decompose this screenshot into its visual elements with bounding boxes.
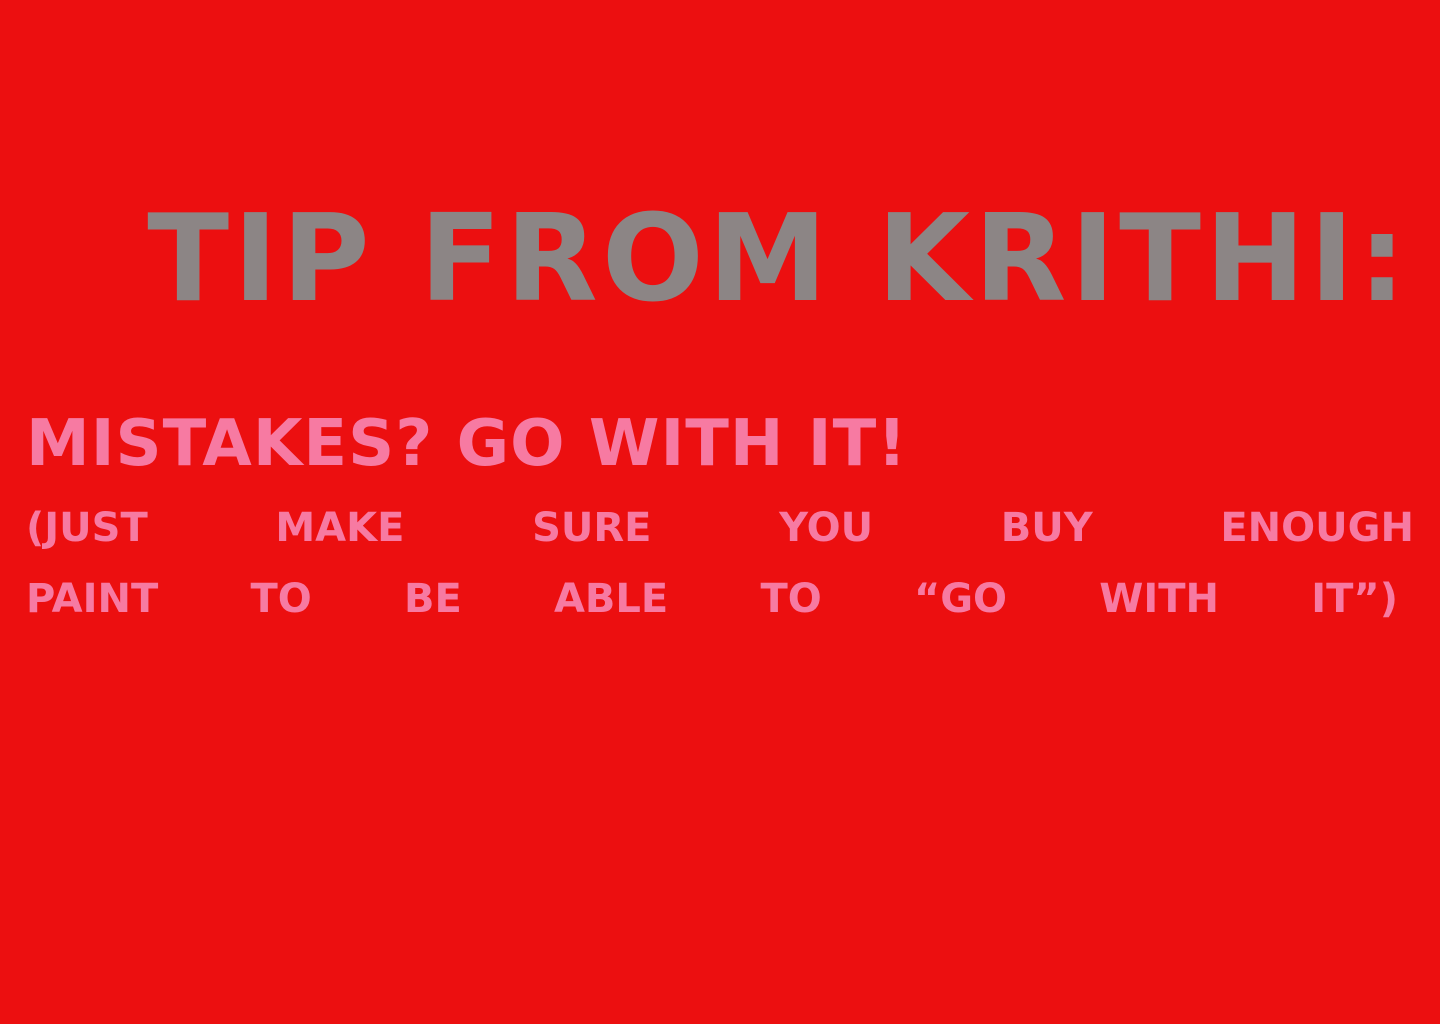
note-word: ABLE: [553, 576, 669, 622]
note-line-2: PAINT TO BE ABLE TO “GO WITH IT”): [26, 579, 1398, 619]
note-word: TO: [760, 576, 822, 622]
tip-slide: TIP FROM KRITHI: MISTAKES? GO WITH IT! (…: [0, 0, 1440, 1024]
note-word: ENOUGH: [1220, 505, 1414, 551]
slide-title: TIP FROM KRITHI:: [147, 190, 1410, 329]
tip-headline: MISTAKES? GO WITH IT!: [26, 407, 908, 481]
note-word: PAINT: [26, 576, 159, 622]
note-line-1: (JUST MAKE SURE YOU BUY ENOUGH: [26, 508, 1414, 548]
note-word: SURE: [532, 505, 652, 551]
note-word: BE: [403, 576, 462, 622]
note-word: (JUST: [26, 505, 148, 551]
note-word: BUY: [1000, 505, 1093, 551]
note-word: IT”): [1311, 576, 1398, 622]
note-word: WITH: [1099, 576, 1220, 622]
note-word: YOU: [779, 505, 874, 551]
note-word: TO: [250, 576, 312, 622]
note-word: MAKE: [275, 505, 405, 551]
note-word: “GO: [913, 576, 1008, 622]
